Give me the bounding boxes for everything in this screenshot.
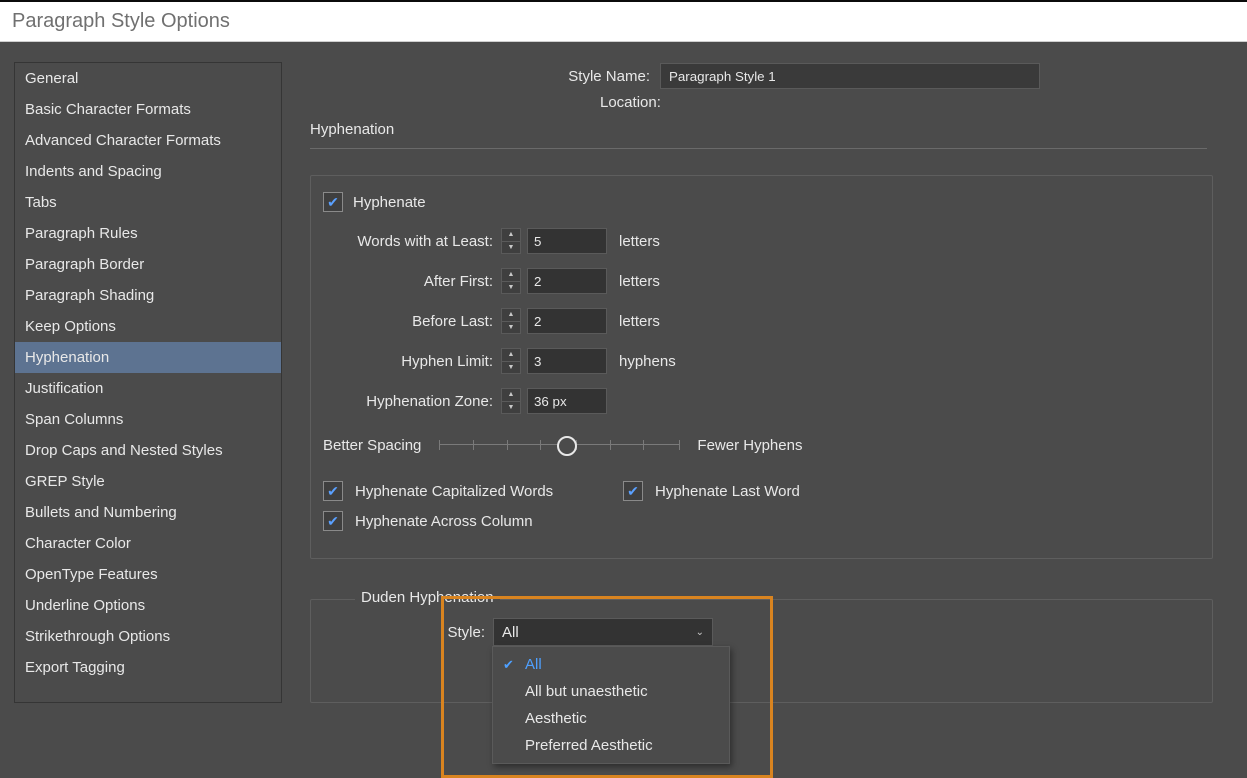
spinner-up-icon[interactable]: ▲ [502, 229, 520, 242]
num-label-2: Before Last: [323, 313, 501, 330]
num-input-4[interactable] [527, 388, 607, 414]
spinner-down-icon[interactable]: ▼ [502, 282, 520, 294]
duden-option-preferred-aesthetic[interactable]: Preferred Aesthetic [493, 732, 729, 759]
num-unit-2: letters [607, 313, 660, 330]
section-title: Hyphenation [310, 115, 1207, 149]
duden-style-dropdown: ✔AllAll but unaestheticAestheticPreferre… [492, 646, 730, 764]
sidebar-item-indents-and-spacing[interactable]: Indents and Spacing [15, 156, 281, 187]
sidebar-item-export-tagging[interactable]: Export Tagging [15, 652, 281, 683]
duden-option-all[interactable]: ✔All [493, 651, 729, 678]
slider-right-label: Fewer Hyphens [697, 437, 802, 454]
hyphenation-fieldset: ✔ Hyphenate Words with at Least:▲▼letter… [310, 175, 1213, 559]
num-input-2[interactable] [527, 308, 607, 334]
hyphenation-slider[interactable] [439, 436, 679, 454]
sidebar-item-basic-character-formats[interactable]: Basic Character Formats [15, 94, 281, 125]
sidebar-item-paragraph-rules[interactable]: Paragraph Rules [15, 218, 281, 249]
chevron-down-icon: ⌄ [696, 627, 704, 638]
num-label-4: Hyphenation Zone: [323, 393, 501, 410]
spinner-down-icon[interactable]: ▼ [502, 362, 520, 374]
flag-label-2: Hyphenate Across Column [355, 513, 533, 530]
num-unit-1: letters [607, 273, 660, 290]
sidebar-item-hyphenation[interactable]: Hyphenation [15, 342, 281, 373]
check-icon: ✔ [327, 514, 339, 528]
flag-checkbox-1[interactable]: ✔ [623, 481, 643, 501]
location-label: Location: [310, 90, 1213, 115]
hyphenate-checkbox-label: Hyphenate [353, 194, 426, 211]
spinner-up-icon[interactable]: ▲ [502, 349, 520, 362]
sidebar-item-paragraph-shading[interactable]: Paragraph Shading [15, 280, 281, 311]
flag-checkbox-0[interactable]: ✔ [323, 481, 343, 501]
num-input-3[interactable] [527, 348, 607, 374]
spinner-3[interactable]: ▲▼ [501, 348, 521, 374]
duden-fieldset: Duden Hyphenation Style: All ⌄ ✔AllAll b… [310, 599, 1213, 703]
num-unit-0: letters [607, 233, 660, 250]
spinner-up-icon[interactable]: ▲ [502, 389, 520, 402]
duden-option-aesthetic[interactable]: Aesthetic [493, 705, 729, 732]
spinner-down-icon[interactable]: ▼ [502, 322, 520, 334]
sidebar-item-strikethrough-options[interactable]: Strikethrough Options [15, 621, 281, 652]
spinner-up-icon[interactable]: ▲ [502, 309, 520, 322]
check-icon: ✔ [327, 484, 339, 498]
duden-style-label: Style: [355, 624, 493, 641]
sidebar-item-character-color[interactable]: Character Color [15, 528, 281, 559]
spinner-2[interactable]: ▲▼ [501, 308, 521, 334]
duden-style-select[interactable]: All ⌄ [493, 618, 713, 646]
style-name-input[interactable] [660, 63, 1040, 89]
spinner-up-icon[interactable]: ▲ [502, 269, 520, 282]
slider-knob[interactable] [557, 436, 577, 456]
num-label-1: After First: [323, 273, 501, 290]
sidebar-item-advanced-character-formats[interactable]: Advanced Character Formats [15, 125, 281, 156]
flag-checkbox-2[interactable]: ✔ [323, 511, 343, 531]
sidebar-item-opentype-features[interactable]: OpenType Features [15, 559, 281, 590]
window-title: Paragraph Style Options [0, 2, 1247, 42]
spinner-1[interactable]: ▲▼ [501, 268, 521, 294]
flag-label-0: Hyphenate Capitalized Words [355, 483, 553, 500]
check-icon: ✔ [503, 657, 514, 673]
num-label-0: Words with at Least: [323, 233, 501, 250]
num-unit-3: hyphens [607, 353, 676, 370]
spinner-4[interactable]: ▲▼ [501, 388, 521, 414]
duden-style-value: All [502, 624, 519, 641]
sidebar-item-general[interactable]: General [15, 63, 281, 94]
num-label-3: Hyphen Limit: [323, 353, 501, 370]
sidebar-item-grep-style[interactable]: GREP Style [15, 466, 281, 497]
slider-left-label: Better Spacing [323, 437, 421, 454]
num-input-1[interactable] [527, 268, 607, 294]
sidebar-item-justification[interactable]: Justification [15, 373, 281, 404]
duden-option-all-but-unaesthetic[interactable]: All but unaesthetic [493, 678, 729, 705]
sidebar-item-drop-caps-and-nested-styles[interactable]: Drop Caps and Nested Styles [15, 435, 281, 466]
sidebar-item-keep-options[interactable]: Keep Options [15, 311, 281, 342]
sidebar-item-span-columns[interactable]: Span Columns [15, 404, 281, 435]
flag-label-1: Hyphenate Last Word [655, 483, 800, 500]
spinner-down-icon[interactable]: ▼ [502, 242, 520, 254]
duden-group-label: Duden Hyphenation [355, 589, 500, 606]
check-icon: ✔ [627, 484, 639, 498]
category-sidebar: GeneralBasic Character FormatsAdvanced C… [14, 62, 282, 703]
spinner-down-icon[interactable]: ▼ [502, 402, 520, 414]
sidebar-item-underline-options[interactable]: Underline Options [15, 590, 281, 621]
style-name-label: Style Name: [310, 68, 660, 85]
check-icon: ✔ [327, 195, 339, 209]
main-panel: Style Name: Location: Hyphenation ✔ Hyph… [282, 62, 1233, 703]
spinner-0[interactable]: ▲▼ [501, 228, 521, 254]
sidebar-item-bullets-and-numbering[interactable]: Bullets and Numbering [15, 497, 281, 528]
sidebar-item-paragraph-border[interactable]: Paragraph Border [15, 249, 281, 280]
sidebar-item-tabs[interactable]: Tabs [15, 187, 281, 218]
num-input-0[interactable] [527, 228, 607, 254]
hyphenate-checkbox[interactable]: ✔ [323, 192, 343, 212]
